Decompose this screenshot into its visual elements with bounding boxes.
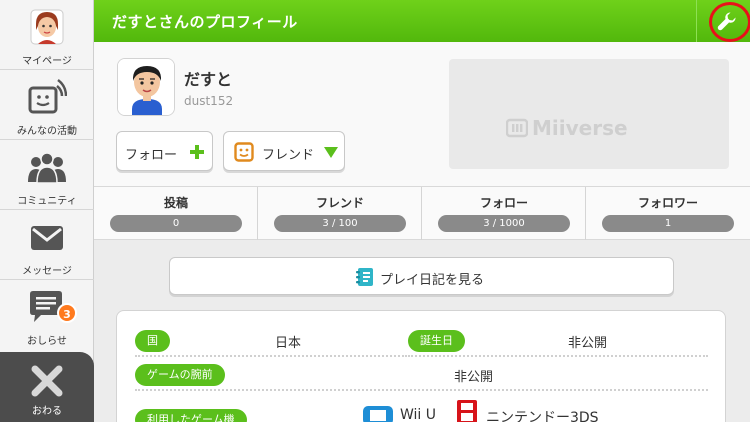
- divider: [135, 355, 407, 357]
- follow-button[interactable]: フォロー: [116, 131, 213, 171]
- wii-u-icon: [363, 406, 393, 422]
- sidebar-item-messages[interactable]: メッセージ: [0, 210, 94, 280]
- country-tag: 国: [135, 330, 170, 352]
- miiverse-logo-icon: [506, 118, 528, 138]
- country-value: 日本: [275, 336, 302, 351]
- header-bar: だすとさんのプロフィール: [94, 0, 750, 42]
- follow-label: フォロー: [125, 148, 178, 163]
- miiverse-logo: Miiverse: [532, 116, 628, 140]
- play-diary-label: プレイ日記を見る: [380, 273, 485, 288]
- skill-value: 非公開: [454, 370, 494, 385]
- sidebar-item-label: メッセージ: [22, 266, 72, 277]
- my-mii-icon: [30, 9, 64, 45]
- profile-name: だすと: [184, 70, 233, 89]
- stat-label: フォロワー: [637, 196, 698, 210]
- stat-value: 1: [602, 215, 734, 232]
- play-diary-button[interactable]: プレイ日記を見る: [169, 257, 674, 295]
- sidebar-item-community[interactable]: コミュニティ: [0, 140, 94, 210]
- systems-tag: 利用したゲーム機: [135, 409, 247, 422]
- stat-followers[interactable]: フォロワー 1: [586, 187, 750, 240]
- community-icon: [28, 152, 66, 184]
- system-wiiu: Wii U: [400, 407, 437, 422]
- close-icon: [31, 365, 63, 397]
- activity-feed-icon: [28, 79, 67, 114]
- stat-value: 0: [110, 215, 242, 232]
- header-divider: [696, 0, 697, 42]
- mii-avatar-image: [118, 59, 174, 115]
- sidebar-item-notifications[interactable]: 3 おしらせ: [0, 280, 94, 350]
- friend-button[interactable]: フレンド: [223, 131, 345, 171]
- plus-icon: [190, 145, 204, 159]
- triangle-down-icon: [324, 147, 338, 158]
- friend-label: フレンド: [262, 148, 315, 163]
- sidebar: マイページ みんなの活動 コミュニティ メッセージ 3 おしらせ おわる: [0, 0, 94, 422]
- birthday-tag: 誕生日: [408, 330, 465, 352]
- avatar: [117, 58, 175, 116]
- birthday-value: 非公開: [568, 336, 608, 351]
- profile-user-id: dust152: [184, 94, 234, 108]
- close-button[interactable]: おわる: [0, 352, 94, 422]
- profile-section: だすと dust152 フォロー フレンド Miiverse: [94, 42, 750, 186]
- divider: [408, 355, 708, 357]
- stat-value: 3 / 100: [274, 215, 406, 232]
- settings-button[interactable]: [701, 0, 750, 42]
- stat-label: フォロー: [479, 196, 528, 210]
- sidebar-item-mypage[interactable]: マイページ: [0, 0, 94, 70]
- stat-label: 投稿: [163, 196, 188, 210]
- stat-following[interactable]: フォロー 3 / 1000: [422, 187, 586, 240]
- system-3ds: ニンテンドー3DS: [486, 410, 599, 422]
- stat-friends[interactable]: フレンド 3 / 100: [258, 187, 422, 240]
- friend-face-icon: [234, 142, 254, 162]
- sidebar-item-label: マイページ: [22, 56, 72, 67]
- sidebar-item-label: みんなの活動: [17, 126, 77, 137]
- skill-tag: ゲームの腕前: [135, 364, 225, 386]
- notification-count-badge: 3: [57, 303, 77, 323]
- stats-bar: 投稿 0 フレンド 3 / 100 フォロー 3 / 1000 フォロワー 1: [94, 186, 750, 240]
- diary-icon: [356, 268, 373, 286]
- sidebar-item-label: おしらせ: [27, 336, 67, 347]
- page-title: だすとさんのプロフィール: [112, 13, 298, 31]
- stat-label: フレンド: [315, 196, 364, 210]
- highlight-circle: [709, 2, 750, 42]
- stat-value: 3 / 1000: [438, 215, 570, 232]
- divider: [135, 389, 708, 391]
- stat-posts[interactable]: 投稿 0: [94, 187, 258, 240]
- 3ds-icon: [457, 400, 477, 422]
- main-content: プレイ日記を見る 国 日本 誕生日 非公開 ゲームの腕前 非公開 利用したゲーム…: [94, 240, 750, 422]
- envelope-icon: [31, 226, 63, 250]
- profile-info-card: 国 日本 誕生日 非公開 ゲームの腕前 非公開 利用したゲーム機 Wii U ニ…: [116, 310, 726, 422]
- profile-banner: Miiverse: [449, 59, 729, 169]
- close-label: おわる: [32, 406, 62, 417]
- sidebar-item-label: コミュニティ: [17, 196, 77, 207]
- sidebar-item-activity[interactable]: みんなの活動: [0, 70, 94, 140]
